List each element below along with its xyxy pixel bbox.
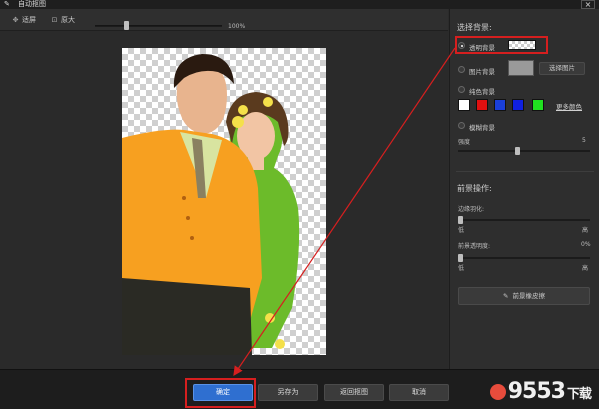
cancel-button[interactable]: 取消 [389, 384, 449, 401]
edge-feather-high-label: 高 [582, 227, 589, 234]
footer-bar: 确定 另存为 返回抠图 取消 9553 下载 [0, 369, 599, 409]
background-section-title: 选择背景: [457, 23, 492, 32]
toolbar: ✥ 适屏 ⊡ 原大 100% [0, 9, 448, 31]
watermark-number: 9553 [507, 379, 566, 404]
zoom-slider-track[interactable] [95, 25, 222, 27]
strength-slider-track[interactable] [458, 150, 590, 152]
close-button[interactable]: × [581, 0, 595, 9]
window-title: 自动抠图 [18, 0, 46, 8]
color-swatch[interactable] [512, 99, 524, 111]
save-as-button[interactable]: 另存为 [258, 384, 318, 401]
transparent-bg-label: 透明背景 [469, 44, 495, 52]
foreground-eraser-label: 前景橡皮擦 [512, 292, 545, 300]
strength-slider-thumb[interactable] [515, 147, 520, 155]
solid-bg-radio[interactable] [458, 86, 465, 93]
blur-bg-radio[interactable] [458, 122, 465, 129]
edge-feather-slider-thumb[interactable] [458, 216, 463, 224]
zoom-slider-thumb[interactable] [123, 21, 129, 30]
original-size-button[interactable]: ⊡ 原大 [50, 15, 75, 26]
image-bg-label: 图片背景 [469, 68, 495, 76]
image-bg-radio[interactable] [458, 66, 465, 73]
site-watermark: 9553 下载 [489, 379, 592, 404]
solid-bg-label: 纯色背景 [469, 88, 495, 96]
back-to-cutout-button[interactable]: 返回抠图 [324, 384, 384, 401]
watermark-text: 下载 [566, 387, 592, 402]
couple-figure [122, 54, 300, 355]
fit-screen-button[interactable]: ✥ 适屏 [11, 15, 36, 26]
more-colors-link[interactable]: 更多颜色 [556, 101, 582, 111]
opacity-value: 0% [581, 241, 591, 248]
edge-feather-slider-track[interactable] [458, 219, 590, 221]
title-bar: ✎ 自动抠图 × [0, 0, 599, 9]
opacity-slider-track[interactable] [458, 257, 590, 259]
canvas-area[interactable] [0, 31, 448, 369]
opacity-slider-thumb[interactable] [458, 254, 463, 262]
strength-value: 5 [582, 137, 586, 144]
edge-feather-low-label: 低 [458, 227, 465, 234]
strength-label: 强度 [458, 139, 471, 146]
app-icon: ✎ [4, 0, 10, 8]
opacity-high-label: 高 [582, 265, 589, 272]
edge-feather-label: 边缘羽化: [458, 206, 485, 213]
eraser-icon: ✎ [503, 292, 509, 300]
fit-screen-label: 适屏 [22, 16, 36, 24]
color-swatch[interactable] [476, 99, 488, 111]
cutout-photo [122, 48, 326, 355]
settings-panel: 选择背景: 透明背景 图片背景 选择图片 纯色背景 更多颜色 模糊背景 强度 5… [449, 9, 599, 369]
fit-screen-icon: ✥ [12, 16, 19, 24]
opacity-low-label: 低 [458, 265, 465, 272]
blur-bg-label: 模糊背景 [469, 124, 495, 132]
transparent-bg-preview [508, 40, 536, 50]
image-bg-preview [508, 60, 534, 76]
select-image-button[interactable]: 选择图片 [539, 62, 585, 75]
color-swatch[interactable] [532, 99, 544, 111]
zoom-value: 100% [228, 23, 246, 30]
foreground-section-title: 前景操作: [457, 184, 492, 193]
foreground-eraser-button[interactable]: ✎ 前景橡皮擦 [458, 287, 590, 305]
color-swatch[interactable] [458, 99, 470, 111]
opacity-label: 前景透明度: [458, 243, 491, 250]
original-size-label: 原大 [61, 16, 75, 24]
section-divider [456, 171, 594, 172]
transparent-bg-radio[interactable] [458, 42, 465, 49]
confirm-button[interactable]: 确定 [193, 384, 253, 401]
watermark-logo [489, 384, 506, 400]
color-swatch[interactable] [494, 99, 506, 111]
original-size-icon: ⊡ [51, 16, 58, 24]
